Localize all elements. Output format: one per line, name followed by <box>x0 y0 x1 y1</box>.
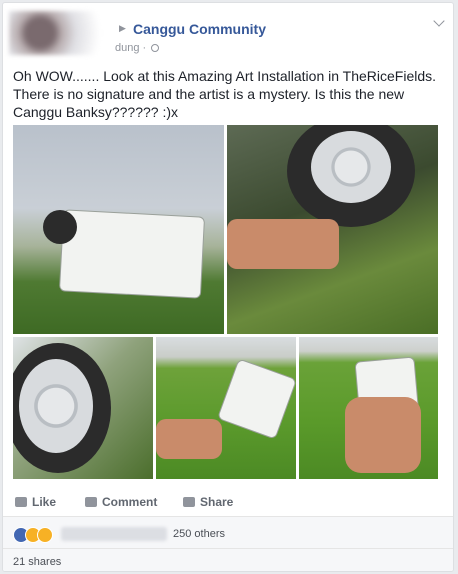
reactions-bar: 250 others <box>3 516 453 549</box>
photo-grid <box>13 125 438 479</box>
comment-button[interactable]: Comment <box>85 495 157 509</box>
post-meta: dung · <box>115 42 160 54</box>
rim-shape <box>311 131 391 203</box>
photo-4[interactable] <box>156 337 296 479</box>
wow-reaction-icon[interactable] <box>37 527 53 543</box>
photo-3[interactable] <box>13 337 153 479</box>
hand-shape <box>227 219 339 269</box>
photo-2[interactable] <box>227 125 438 334</box>
blurred-author[interactable] <box>9 11 113 55</box>
shares-row: 21 shares <box>3 548 453 571</box>
rim-shape <box>19 359 93 453</box>
share-icon <box>183 497 195 507</box>
globe-icon <box>151 44 160 52</box>
post-text: Oh WOW....... Look at this Amazing Art I… <box>13 68 437 120</box>
car-shape <box>58 209 206 299</box>
hand-shape <box>345 397 421 473</box>
post-time[interactable]: dung · <box>115 42 146 54</box>
hand-shape <box>156 419 222 459</box>
reaction-count[interactable]: 250 others <box>173 528 225 540</box>
arrow-right-icon: ▶ <box>119 23 126 33</box>
share-button[interactable]: Share <box>183 495 233 509</box>
tire-shape <box>43 210 77 244</box>
blurred-names[interactable] <box>61 527 167 541</box>
like-button[interactable]: Like <box>15 495 56 509</box>
photo-5[interactable] <box>299 337 438 479</box>
like-icon <box>15 497 27 507</box>
comment-icon <box>85 497 97 507</box>
car-shape <box>216 358 296 440</box>
photo-1[interactable] <box>13 125 224 334</box>
chevron-down-icon[interactable] <box>433 15 445 27</box>
group-link[interactable]: Canggu Community <box>133 21 266 37</box>
post-actions: Like Comment Share <box>3 487 453 519</box>
shares-count[interactable]: 21 shares <box>13 556 61 568</box>
post-card: ▶ Canggu Community dung · Oh WOW....... … <box>2 2 454 572</box>
post-header: ▶ Canggu Community dung · <box>3 3 453 63</box>
